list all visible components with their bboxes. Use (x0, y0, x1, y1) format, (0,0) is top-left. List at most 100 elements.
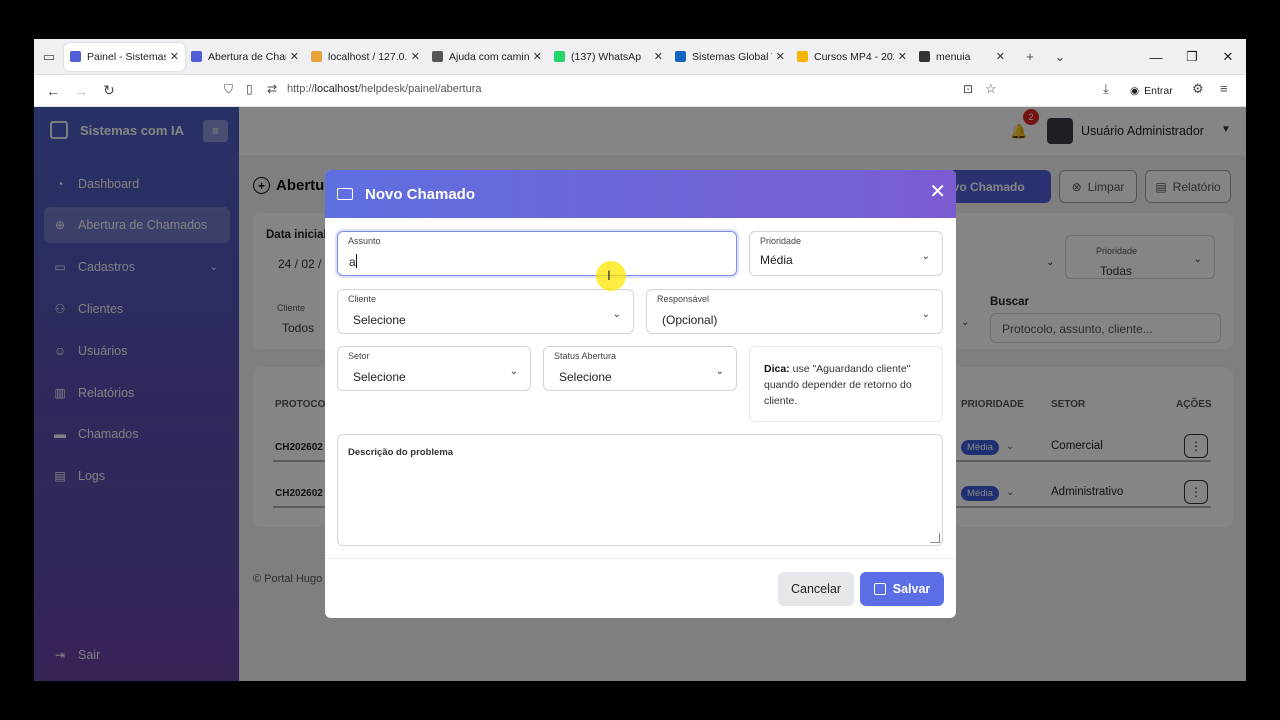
sector-label: Setor (348, 351, 370, 361)
tab-3[interactable]: localhost / 127.0.0 ✕ (305, 43, 426, 71)
url-prefix: http:// (287, 83, 315, 95)
description-textarea[interactable]: Descrição do problema (337, 434, 943, 546)
favicon-icon (70, 51, 81, 62)
tab-5[interactable]: (137) WhatsAp ✕ (548, 43, 669, 71)
download-icon[interactable]: ⤓ (1103, 81, 1109, 97)
tab-bar: ▭ Painel - Sistemas c✕Abertura de Cham✕l… (34, 39, 1246, 75)
favicon-icon (797, 51, 808, 62)
signin-label: Entrar (1144, 85, 1173, 97)
permissions-icon[interactable]: ⇄ (267, 82, 277, 96)
tab-close-icon[interactable]: ✕ (290, 50, 299, 63)
ticket-icon (337, 188, 353, 200)
browser-window: ▭ Painel - Sistemas c✕Abertura de Cham✕l… (34, 39, 1246, 681)
tab-label: Painel - Sistemas c (87, 50, 166, 63)
status-select[interactable]: Status Abertura Selecione ⌄ (543, 346, 737, 391)
chevron-down-icon: ⌄ (715, 366, 724, 377)
extensions-icon[interactable]: ⚙ (1192, 81, 1204, 97)
close-window-icon[interactable]: ✕ (1210, 39, 1246, 75)
responsible-select[interactable]: Responsável (Opcional) ⌄ (646, 289, 943, 334)
responsible-label: Responsável (657, 294, 710, 304)
text-caret (356, 254, 357, 268)
modal-title: Novo Chamado (365, 185, 476, 203)
tab-close-icon[interactable]: ✕ (996, 50, 1005, 63)
save-icon (873, 583, 886, 595)
forward-icon[interactable]: → (67, 77, 95, 105)
tab-4[interactable]: Ajuda com caminh ✕ (426, 43, 548, 71)
favicon-icon (919, 51, 930, 62)
tip-title: Dica: (764, 363, 790, 375)
tab-1[interactable]: Painel - Sistemas c ✕ (64, 42, 185, 71)
account-icon: ◉ (1130, 85, 1140, 97)
responsible-value: (Opcional) (662, 313, 718, 327)
chevron-down-icon: ⌄ (612, 309, 621, 320)
tab-label: Abertura de Cham (208, 50, 286, 63)
signin-button[interactable]: ◉ Entrar (1130, 81, 1173, 101)
tab-close-icon[interactable]: ✕ (898, 50, 907, 63)
minimize-icon[interactable]: — (1138, 39, 1174, 75)
sector-value: Selecione (353, 370, 406, 384)
tab-list: Painel - Sistemas c✕Abertura de Cham✕loc… (64, 39, 1011, 75)
client-label: Cliente (348, 294, 377, 304)
client-value: Selecione (353, 313, 406, 327)
back-icon[interactable]: ← (39, 77, 67, 105)
tab-label: localhost / 127.0.0 (328, 50, 407, 63)
new-tab-icon[interactable]: + (1015, 39, 1045, 75)
url-path: /helpdesk/painel/abertura (357, 83, 482, 95)
resize-handle-icon[interactable] (930, 533, 940, 543)
menu-icon[interactable]: ≡ (1220, 81, 1228, 96)
status-label: Status Abertura (554, 351, 617, 361)
modal-footer: Cancelar Salvar (325, 558, 956, 618)
chevron-down-icon: ⌄ (509, 366, 518, 377)
favicon-icon (432, 51, 443, 62)
reader-icon[interactable]: ⊡ (963, 82, 973, 96)
status-value: Selecione (559, 370, 612, 384)
text-cursor-icon: I (607, 267, 611, 283)
tab-close-icon[interactable]: ✕ (776, 50, 785, 63)
url-field[interactable]: http://localhost/helpdesk/painel/abertur… (287, 83, 481, 95)
cancel-button[interactable]: Cancelar (778, 572, 854, 606)
close-icon[interactable]: ✕ (929, 182, 946, 202)
tab-2[interactable]: Abertura de Cham ✕ (185, 43, 305, 71)
address-bar: ← → ↻ ⛉ ▯ ⇄ http://localhost/helpdesk/pa… (34, 75, 1246, 107)
priority-select[interactable]: Prioridade Média ⌄ (749, 231, 943, 276)
bookmark-star-icon[interactable]: ☆ (985, 81, 997, 97)
shield-icon[interactable]: ⛉ (224, 82, 233, 97)
tab-7[interactable]: Cursos MP4 - 2026 ✕ (791, 43, 913, 71)
client-select[interactable]: Cliente Selecione ⌄ (337, 289, 634, 334)
tab-label: Ajuda com caminh (449, 50, 529, 63)
save-button[interactable]: Salvar (860, 572, 944, 606)
favicon-icon (191, 51, 202, 62)
tab-label: Cursos MP4 - 2026 (814, 50, 894, 63)
tab-overview-icon[interactable]: ▭ (34, 39, 64, 75)
restore-icon[interactable]: ❐ (1174, 39, 1210, 75)
favicon-icon (311, 51, 322, 62)
new-ticket-modal: Novo Chamado ✕ Assunto a Prioridade Médi… (325, 170, 956, 618)
priority-value: Média (760, 253, 793, 267)
tab-close-icon[interactable]: ✕ (654, 50, 663, 63)
chevron-down-icon: ⌄ (921, 309, 930, 320)
description-label: Descrição do problema (348, 447, 454, 458)
save-label: Salvar (892, 582, 931, 596)
tab-close-icon[interactable]: ✕ (170, 50, 179, 63)
page-icon[interactable]: ▯ (246, 82, 253, 96)
tab-label: Sistemas Global Te (692, 50, 772, 63)
cursor-highlight (596, 261, 626, 291)
reload-icon[interactable]: ↻ (95, 77, 123, 105)
favicon-icon (554, 51, 565, 62)
subject-label: Assunto (348, 236, 381, 246)
tab-6[interactable]: Sistemas Global Te ✕ (669, 43, 791, 71)
subject-value: a (349, 255, 356, 269)
subject-field[interactable]: Assunto a (337, 231, 737, 276)
sector-select[interactable]: Setor Selecione ⌄ (337, 346, 531, 391)
url-host: localhost (314, 83, 358, 95)
tab-list-chevron-icon[interactable]: ⌄ (1045, 39, 1075, 75)
tab-label: menuia (936, 50, 971, 63)
tab-close-icon[interactable]: ✕ (533, 50, 542, 63)
tip-box: Dica: use "Aguardando cliente" quando de… (749, 346, 943, 422)
chevron-down-icon: ⌄ (921, 251, 930, 262)
tab-8[interactable]: menuia ✕ (913, 43, 1011, 71)
tab-label: (137) WhatsAp (571, 50, 642, 63)
favicon-icon (675, 51, 686, 62)
tab-close-icon[interactable]: ✕ (411, 50, 420, 63)
modal-header: Novo Chamado ✕ (325, 170, 956, 218)
